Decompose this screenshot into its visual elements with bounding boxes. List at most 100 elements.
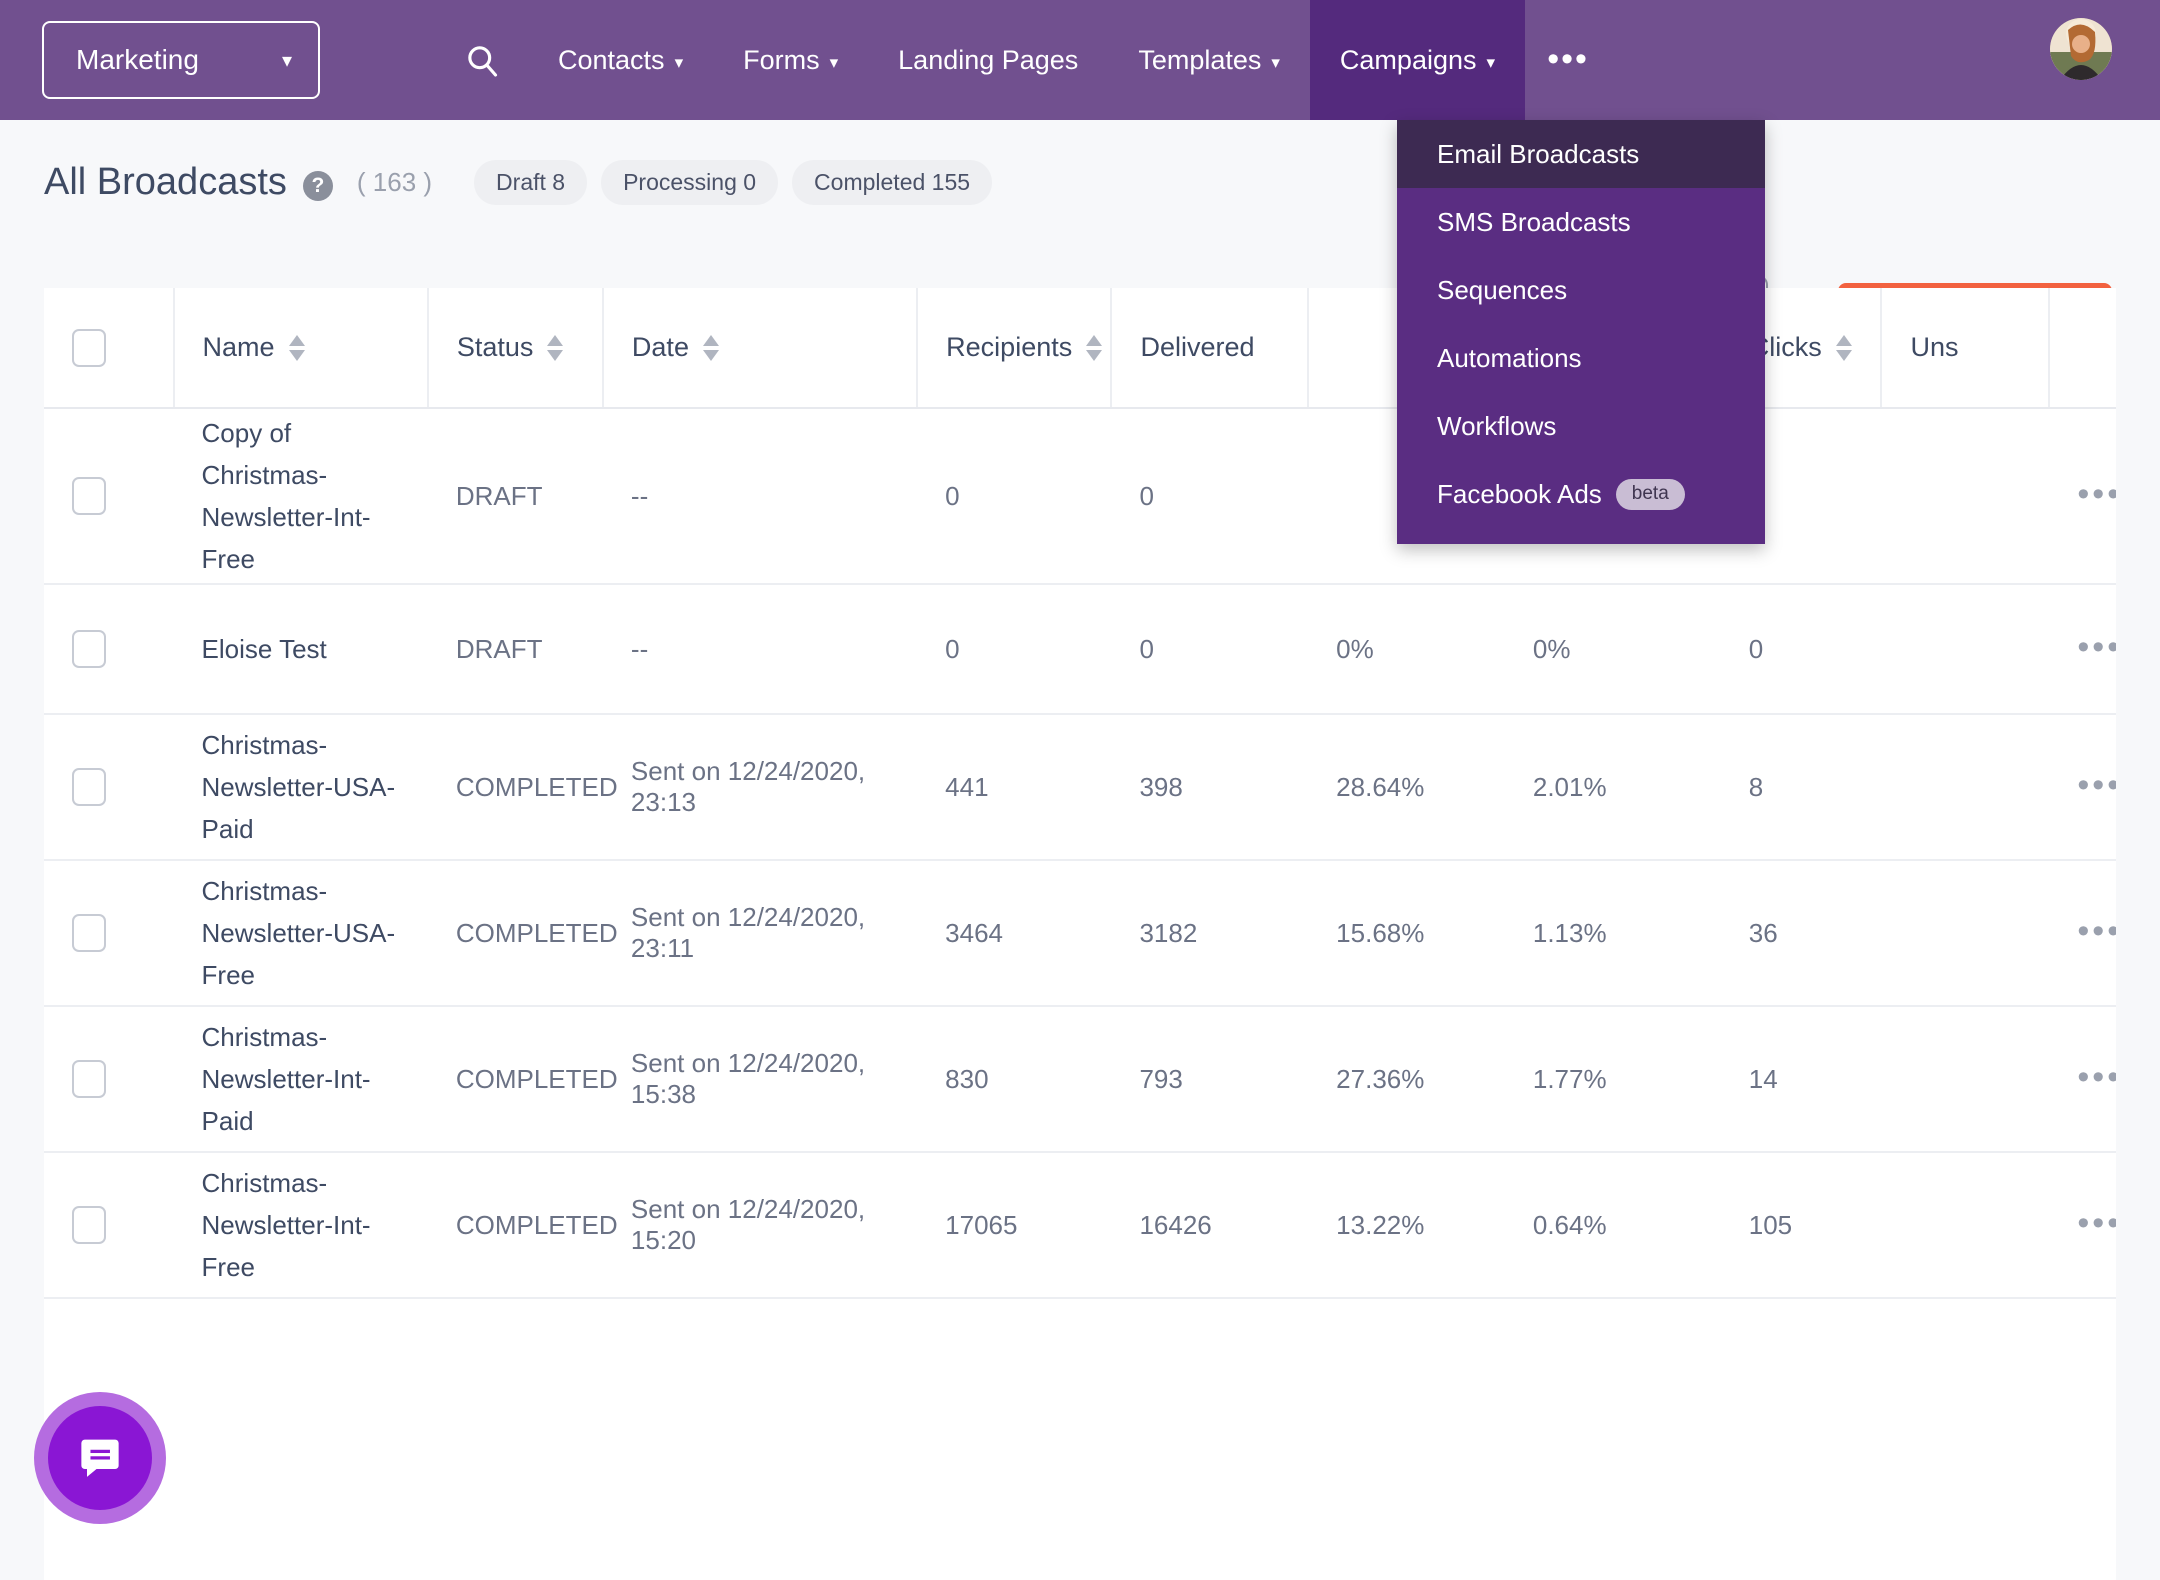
column-header-unsubscribes[interactable]: Uns (1881, 288, 2051, 409)
cell-click-rate: 1.77% (1504, 1006, 1721, 1153)
chip-draft[interactable]: Draft 8 (474, 160, 588, 205)
cell-actions: ••• (2049, 714, 2116, 861)
sort-icon[interactable] (547, 334, 564, 361)
dropdown-item-workflows[interactable]: Workflows (1397, 392, 1765, 460)
dropdown-item-label: Automations (1437, 342, 1582, 373)
column-header-name[interactable]: Name (173, 288, 429, 409)
nav-item-campaigns[interactable]: Campaigns ▾ (1309, 0, 1526, 120)
cell-date: -- (602, 584, 918, 715)
user-avatar[interactable] (2050, 18, 2112, 80)
beta-badge: beta (1615, 478, 1685, 510)
cell-open-rate: 27.36% (1308, 1006, 1505, 1153)
cell-clicks: 14 (1720, 1006, 1882, 1153)
nav-item-landing-pages[interactable]: Landing Pages (868, 0, 1108, 120)
dropdown-item-automations[interactable]: Automations (1397, 324, 1765, 392)
chevron-down-icon: ▾ (1486, 53, 1496, 72)
row-select-cell (44, 714, 174, 861)
brand-selector[interactable]: Marketing ▾ (42, 21, 320, 99)
cell-click-rate: 2.01% (1504, 714, 1721, 861)
cell-unsubscribes (1881, 1006, 2050, 1153)
sort-icon[interactable] (1835, 334, 1852, 361)
cell-name: Christmas-Newsletter-USA-Paid (173, 714, 428, 861)
cell-open-rate: 13.22% (1308, 1152, 1505, 1299)
row-menu-icon[interactable]: ••• (2077, 628, 2116, 666)
sort-icon[interactable] (288, 334, 305, 361)
column-header-status[interactable]: Status (427, 288, 604, 409)
cell-date: -- (602, 408, 918, 585)
row-select-cell (44, 860, 174, 1007)
dropdown-item-email-broadcasts[interactable]: Email Broadcasts (1397, 120, 1765, 188)
status-filter-chips: Draft 8 Processing 0 Completed 155 (474, 160, 993, 205)
cell-open-rate: 28.64% (1308, 714, 1505, 861)
nav-item-label: Landing Pages (898, 44, 1079, 75)
dropdown-item-sequences[interactable]: Sequences (1397, 256, 1765, 324)
cell-recipients: 0 (917, 408, 1112, 585)
cell-open-rate: 15.68% (1308, 860, 1505, 1007)
cell-recipients: 3464 (917, 860, 1112, 1007)
chip-processing[interactable]: Processing 0 (601, 160, 779, 205)
nav-item-label: Forms (743, 44, 820, 75)
cell-unsubscribes (1881, 408, 2050, 585)
table-row[interactable]: Christmas-Newsletter-USA-Paid COMPLETED … (44, 714, 2116, 861)
top-navigation-bar: Marketing ▾ Contacts ▾ Forms ▾ Landing P… (0, 0, 2160, 120)
table-row[interactable]: Copy of Christmas-Newsletter-Int-Free DR… (44, 408, 2116, 585)
sort-icon[interactable] (1086, 334, 1103, 361)
ellipsis-icon: ••• (1547, 40, 1589, 79)
cell-name: Christmas-Newsletter-Int-Free (173, 1152, 428, 1299)
cell-click-rate: 0% (1504, 584, 1721, 715)
cell-status: COMPLETED (427, 860, 618, 1007)
cell-click-rate: 1.13% (1504, 860, 1721, 1007)
page-title-group: All Broadcasts ? ( 163 ) Draft 8 Process… (44, 160, 993, 205)
dropdown-item-sms-broadcasts[interactable]: SMS Broadcasts (1397, 188, 1765, 256)
row-checkbox[interactable] (72, 1060, 106, 1098)
column-label: Uns (1910, 332, 1959, 362)
table-row[interactable]: Christmas-Newsletter-Int-Free COMPLETED … (44, 1152, 2116, 1299)
row-menu-icon[interactable]: ••• (2077, 1058, 2116, 1096)
dropdown-item-facebook-ads[interactable]: Facebook Ads beta (1397, 460, 1765, 528)
cell-click-rate: 0.64% (1504, 1152, 1721, 1299)
nav-item-contacts[interactable]: Contacts ▾ (528, 0, 713, 120)
table-row[interactable]: Eloise Test DRAFT -- 0 0 0% 0% 0 ••• (44, 584, 2116, 715)
row-menu-icon[interactable]: ••• (2077, 912, 2116, 950)
nav-more-button[interactable]: ••• (1525, 0, 1611, 120)
cell-recipients: 830 (917, 1006, 1112, 1153)
cell-delivered: 0 (1111, 584, 1309, 715)
nav-item-forms[interactable]: Forms ▾ (713, 0, 868, 120)
cell-date: Sent on 12/24/2020, 23:11 (602, 860, 918, 1007)
question-mark-icon[interactable]: ? (302, 170, 333, 201)
row-menu-icon[interactable]: ••• (2077, 1204, 2116, 1242)
nav-item-label: Templates (1138, 44, 1262, 75)
avatar-image (2050, 18, 2112, 80)
chat-widget-button[interactable] (34, 1392, 166, 1524)
row-checkbox[interactable] (72, 914, 106, 952)
row-checkbox[interactable] (72, 768, 106, 806)
row-select-cell (44, 1006, 174, 1153)
cell-status: COMPLETED (427, 1006, 618, 1153)
brand-selector-label: Marketing (76, 44, 199, 75)
row-checkbox[interactable] (72, 1206, 106, 1244)
cell-actions: ••• (2049, 860, 2116, 1007)
chip-completed[interactable]: Completed 155 (792, 160, 993, 205)
column-label: Date (631, 332, 689, 362)
chevron-down-icon: ▾ (281, 49, 292, 72)
cell-status: DRAFT (427, 584, 603, 715)
chat-bubble-icon (81, 1439, 119, 1477)
nav-item-templates[interactable]: Templates ▾ (1108, 0, 1310, 120)
select-all-checkbox[interactable] (72, 328, 106, 367)
table-row[interactable]: Christmas-Newsletter-Int-Paid COMPLETED … (44, 1006, 2116, 1153)
row-checkbox[interactable] (72, 477, 106, 515)
row-menu-icon[interactable]: ••• (2077, 475, 2116, 513)
row-checkbox[interactable] (72, 630, 106, 668)
cell-delivered: 0 (1111, 408, 1309, 585)
table-row[interactable]: Christmas-Newsletter-USA-Free COMPLETED … (44, 860, 2116, 1007)
column-label: Name (202, 332, 275, 362)
cell-unsubscribes (1881, 1152, 2050, 1299)
search-icon[interactable] (436, 0, 528, 120)
column-header-date[interactable]: Date (602, 288, 919, 409)
sort-icon[interactable] (702, 334, 719, 361)
table-header: Name Status Date Recipients Delivered Cl… (44, 288, 2116, 409)
row-menu-icon[interactable]: ••• (2077, 766, 2116, 804)
cell-delivered: 16426 (1111, 1152, 1309, 1299)
column-header-recipients[interactable]: Recipients (917, 288, 1113, 409)
column-header-delivered[interactable]: Delivered (1111, 288, 1310, 409)
